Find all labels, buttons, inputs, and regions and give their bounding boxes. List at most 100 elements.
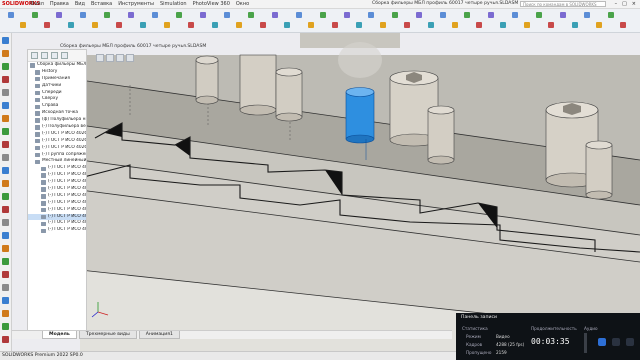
- side-tool-icon[interactable]: [2, 219, 9, 226]
- property-manager-tab-icon[interactable]: [41, 52, 48, 59]
- pause-button[interactable]: [598, 338, 606, 346]
- toolbar-tool-icon[interactable]: [68, 22, 74, 28]
- toolbar-tool-icon[interactable]: [80, 12, 86, 18]
- toolbar-tool-icon[interactable]: [452, 22, 458, 28]
- side-tool-icon[interactable]: [2, 102, 9, 109]
- menu-item[interactable]: PhotoView 360: [193, 1, 230, 7]
- toolbar-tool-icon[interactable]: [560, 12, 566, 18]
- toolbar-tool-icon[interactable]: [152, 12, 158, 18]
- feature-tree-item[interactable]: Исходная точка: [28, 110, 86, 117]
- feature-tree-item[interactable]: (-) ГОСТ Р ИСО 4026-2: [28, 213, 86, 221]
- side-tool-icon[interactable]: [2, 245, 9, 252]
- side-tool-icon[interactable]: [2, 336, 9, 343]
- toolbar-tool-icon[interactable]: [236, 22, 242, 28]
- side-tool-icon[interactable]: [2, 193, 9, 200]
- toolbar-tool-icon[interactable]: [344, 12, 350, 18]
- feature-tree-item[interactable]: (-) ГОСТ Р ИСО 4026-2: [28, 200, 86, 207]
- menu-item[interactable]: Вид: [75, 1, 85, 7]
- toolbar-tool-icon[interactable]: [584, 12, 590, 18]
- toolbar-tool-icon[interactable]: [200, 12, 206, 18]
- feature-tree-item[interactable]: (-) ГОСТ Р ИСО 4026-2: [28, 220, 86, 227]
- toolbar-tool-icon[interactable]: [284, 22, 290, 28]
- toolbar-tool-icon[interactable]: [548, 22, 554, 28]
- feature-tree-item[interactable]: (-) Полуфильера верхняя мс: [28, 124, 86, 131]
- toolbar-tool-icon[interactable]: [416, 12, 422, 18]
- toolbar-tool-icon[interactable]: [524, 22, 530, 28]
- stop-button[interactable]: [612, 338, 620, 346]
- toolbar-tool-icon[interactable]: [92, 22, 98, 28]
- menu-item[interactable]: Окно: [236, 1, 249, 7]
- toolbar-tool-icon[interactable]: [512, 12, 518, 18]
- feature-tree-item[interactable]: Датчики: [28, 83, 86, 90]
- bottom-tab[interactable]: Трехмерные виды: [78, 331, 137, 339]
- toolbar-tool-icon[interactable]: [572, 22, 578, 28]
- toolbar-tool-icon[interactable]: [212, 22, 218, 28]
- feature-tree-item[interactable]: (-) ГОСТ Р ИСО 4026-2013: [28, 138, 86, 145]
- feature-tree-item[interactable]: History: [28, 69, 86, 76]
- side-tool-icon[interactable]: [2, 180, 9, 187]
- bottom-tab[interactable]: Модель: [42, 331, 77, 339]
- toolbar-tool-icon[interactable]: [308, 22, 314, 28]
- side-tool-icon[interactable]: [2, 37, 9, 44]
- zoom-fit-icon[interactable]: [96, 54, 104, 62]
- side-tool-icon[interactable]: [2, 284, 9, 291]
- toolbar-tool-icon[interactable]: [428, 22, 434, 28]
- feature-tree-item[interactable]: (-) ГОСТ Р ИСО 4026-2: [28, 172, 86, 179]
- menu-item[interactable]: Инструменты: [118, 1, 154, 7]
- toolbar-tool-icon[interactable]: [56, 12, 62, 18]
- side-tool-icon[interactable]: [2, 63, 9, 70]
- toolbar-tool-icon[interactable]: [272, 12, 278, 18]
- toolbar-tool-icon[interactable]: [104, 12, 110, 18]
- toolbar-tool-icon[interactable]: [488, 12, 494, 18]
- feature-tree-item[interactable]: Сверху: [28, 96, 86, 103]
- menu-item[interactable]: Simulation: [160, 1, 187, 7]
- feature-tree-item[interactable]: (-) ГОСТ Р ИСО 4026-2: [28, 227, 86, 234]
- toolbar-tool-icon[interactable]: [320, 12, 326, 18]
- maximize-icon[interactable]: □: [622, 1, 627, 7]
- feature-tree-item[interactable]: Справа: [28, 103, 86, 110]
- side-tool-icon[interactable]: [2, 232, 9, 239]
- feature-tree-item[interactable]: Примечания: [28, 76, 86, 83]
- side-tool-icon[interactable]: [2, 154, 9, 161]
- toolbar-tool-icon[interactable]: [224, 12, 230, 18]
- feature-tree-item[interactable]: (ф) Полуфильера нижняя: [28, 117, 86, 124]
- toolbar-tool-icon[interactable]: [8, 12, 14, 18]
- dim-xpert-tab-icon[interactable]: [61, 52, 68, 59]
- side-tool-icon[interactable]: [2, 115, 9, 122]
- side-tool-icon[interactable]: [2, 167, 9, 174]
- feature-tree-item[interactable]: (-) Группа сопряжений 1: [28, 152, 86, 159]
- toolbar-tool-icon[interactable]: [116, 22, 122, 28]
- feature-tree-item[interactable]: (-) ГОСТ Р ИСО 4026-2013: [28, 145, 86, 152]
- feature-tree-tab-icon[interactable]: [31, 52, 38, 59]
- side-tool-icon[interactable]: [2, 323, 9, 330]
- toolbar-tool-icon[interactable]: [44, 22, 50, 28]
- side-tool-icon[interactable]: [2, 141, 9, 148]
- toolbar-tool-icon[interactable]: [188, 22, 194, 28]
- toolbar-tool-icon[interactable]: [356, 22, 362, 28]
- menu-item[interactable]: Правка: [50, 1, 69, 7]
- display-style-icon[interactable]: [126, 54, 134, 62]
- toolbar-tool-icon[interactable]: [248, 12, 254, 18]
- feature-tree-item[interactable]: (-) ГОСТ Р ИСО 4026-2013: [28, 131, 86, 138]
- toolbar-tool-icon[interactable]: [440, 12, 446, 18]
- side-tool-icon[interactable]: [2, 89, 9, 96]
- graphics-area[interactable]: [12, 33, 640, 353]
- minimize-icon[interactable]: –: [615, 1, 618, 7]
- feature-tree-item[interactable]: (-) ГОСТ Р ИСО 4026-2: [28, 193, 86, 200]
- feature-tree-item[interactable]: (-) ГОСТ Р ИСО 4026-2: [28, 165, 86, 172]
- side-tool-icon[interactable]: [2, 310, 9, 317]
- toolbar-tool-icon[interactable]: [140, 22, 146, 28]
- feature-tree-item[interactable]: (-) ГОСТ Р ИСО 4026-2: [28, 186, 86, 193]
- feature-tree-item[interactable]: (-) ГОСТ Р ИСО 4026-2: [28, 179, 86, 186]
- side-tool-icon[interactable]: [2, 297, 9, 304]
- side-tool-icon[interactable]: [2, 76, 9, 83]
- toolbar-tool-icon[interactable]: [620, 22, 626, 28]
- feature-tree-item[interactable]: Спереди: [28, 90, 86, 97]
- toolbar-tool-icon[interactable]: [368, 12, 374, 18]
- toolbar-tool-icon[interactable]: [260, 22, 266, 28]
- view-orientation-icon[interactable]: [116, 54, 124, 62]
- side-tool-icon[interactable]: [2, 206, 9, 213]
- toolbar-tool-icon[interactable]: [128, 12, 134, 18]
- bottom-tab[interactable]: Анимация1: [138, 331, 180, 339]
- toolbar-tool-icon[interactable]: [296, 12, 302, 18]
